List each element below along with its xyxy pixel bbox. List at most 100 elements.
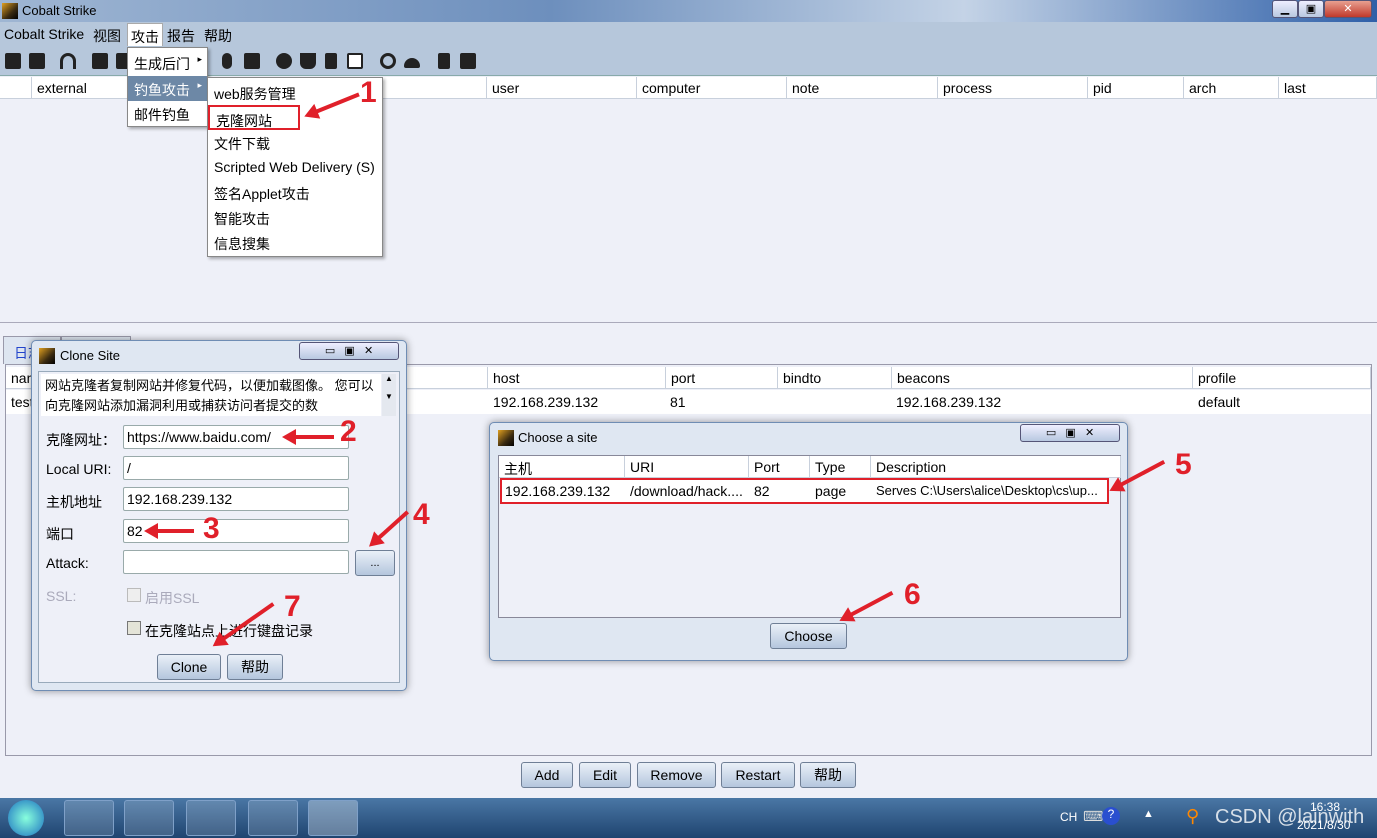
add-button[interactable]: Add <box>521 762 573 788</box>
window-title: Cobalt Strike <box>22 3 97 18</box>
dialog-window-controls[interactable]: ▭ ▣ ✕ <box>299 342 399 360</box>
menu-cobalt-strike[interactable]: Cobalt Strike <box>4 26 84 42</box>
plus-icon[interactable] <box>5 53 21 69</box>
start-button[interactable] <box>8 800 44 836</box>
cloud-icon[interactable] <box>404 58 420 68</box>
menu-item-generate-backdoor[interactable]: 生成后门 ▸ <box>128 50 207 75</box>
key-icon[interactable] <box>222 53 232 69</box>
close-button[interactable]: ✕ <box>1324 0 1372 18</box>
menu-report[interactable]: 报告 <box>167 26 195 46</box>
annotation-arrow-icon <box>282 429 334 445</box>
restart-button[interactable]: Restart <box>721 762 795 788</box>
sites-list: 主机 URI Port Type Description 192.168.239… <box>498 455 1121 618</box>
label-local-uri: Local URI: <box>46 461 112 477</box>
menu-item-file-download[interactable]: 文件下载 <box>208 130 382 155</box>
column-header-pid[interactable]: pid <box>1088 77 1184 99</box>
menu-item-scripted-web-delivery[interactable]: Scripted Web Delivery (S) <box>208 155 382 180</box>
column-header-host[interactable]: 主机 <box>499 456 625 478</box>
language-indicator[interactable]: CH <box>1060 810 1077 824</box>
headphones-icon[interactable] <box>60 53 76 69</box>
label-attack: Attack: <box>46 555 89 571</box>
dialog-title: Clone Site <box>60 348 120 363</box>
attack-input[interactable] <box>123 550 349 574</box>
document-icon[interactable] <box>325 53 337 69</box>
menu-item-email-phishing[interactable]: 邮件钓鱼 <box>128 101 207 126</box>
app-logo-icon <box>39 348 55 364</box>
show-hidden-icons[interactable]: ▲ <box>1143 808 1154 820</box>
book-icon[interactable] <box>438 53 450 69</box>
minimize-button[interactable]: ▁ <box>1272 0 1298 18</box>
column-header-host[interactable]: host <box>488 367 666 389</box>
dialog-window-controls[interactable]: ▭ ▣ ✕ <box>1020 424 1120 442</box>
cube-icon[interactable] <box>460 53 476 69</box>
column-header-bindto[interactable]: bindto <box>778 367 892 389</box>
label-port: 端口 <box>46 526 74 542</box>
column-header-arch[interactable]: arch <box>1184 77 1279 99</box>
host-input[interactable]: 192.168.239.132 <box>123 487 349 511</box>
help-button[interactable]: 帮助 <box>227 654 283 680</box>
media-player-icon[interactable] <box>124 800 174 836</box>
link-icon[interactable] <box>380 53 396 69</box>
cell-description: Serves C:\Users\alice\Desktop\cs\up... <box>876 483 1098 498</box>
ssl-checkbox[interactable] <box>127 588 141 602</box>
annotation-number: 3 <box>203 512 220 545</box>
help-button[interactable]: 帮助 <box>800 762 856 788</box>
menu-item-smart-attack[interactable]: 智能攻击 <box>208 205 382 230</box>
column-header-port[interactable]: port <box>666 367 778 389</box>
edit-button[interactable]: Edit <box>579 762 631 788</box>
minus-icon[interactable] <box>29 53 45 69</box>
browse-attack-button[interactable]: ... <box>355 550 395 576</box>
cell-type: page <box>815 483 847 499</box>
terminal-icon[interactable] <box>347 53 363 69</box>
menu-view[interactable]: 视图 <box>93 26 121 46</box>
column-header-note[interactable]: note <box>787 77 938 99</box>
clock-date[interactable]: 2021/8/30 <box>1297 818 1350 832</box>
column-header-user[interactable]: user <box>487 77 637 99</box>
search-icon[interactable]: ⚲ <box>1186 806 1199 827</box>
table-row[interactable]: 192.168.239.132 /download/hack.... 82 pa… <box>500 478 1109 504</box>
choose-button[interactable]: Choose <box>770 623 847 649</box>
scrollbar[interactable]: ▲ ▼ <box>382 374 396 416</box>
dialog-title: Choose a site <box>518 430 598 445</box>
column-header-type[interactable]: Type <box>810 456 871 478</box>
annotation-number: 5 <box>1175 448 1192 481</box>
local-uri-input[interactable]: / <box>123 456 349 480</box>
menu-item-info-gathering[interactable]: 信息搜集 <box>208 230 382 255</box>
cell-host: 192.168.239.132 <box>505 483 611 499</box>
remove-button[interactable]: Remove <box>637 762 716 788</box>
column-header-port[interactable]: Port <box>749 456 810 478</box>
menu-help[interactable]: 帮助 <box>204 26 232 46</box>
cmd-icon[interactable] <box>248 800 298 836</box>
app-logo-icon <box>2 3 18 19</box>
column-header-last[interactable]: last <box>1279 77 1377 99</box>
column-header-beacons[interactable]: beacons <box>892 367 1193 389</box>
column-header-uri[interactable]: URI <box>625 456 749 478</box>
menu-item-clone-site[interactable]: 克隆网站 <box>208 105 300 130</box>
maximize-button[interactable]: ▣ <box>1298 0 1324 18</box>
column-header-description[interactable]: Description <box>871 456 1121 478</box>
label-clone-url: 克隆网址： <box>46 432 116 448</box>
menu-item-signed-applet[interactable]: 签名Applet攻击 <box>208 180 382 205</box>
image-icon[interactable] <box>244 53 260 69</box>
cobalt-strike-taskbar-icon[interactable] <box>308 800 358 836</box>
explorer-icon[interactable] <box>64 800 114 836</box>
graph-icon[interactable] <box>92 53 108 69</box>
menu-item-label: 生成后门 <box>134 56 190 72</box>
clone-button[interactable]: Clone <box>157 654 221 680</box>
help-icon[interactable]: ? <box>1102 807 1120 825</box>
column-header-profile[interactable]: profile <box>1193 367 1371 389</box>
clock-time[interactable]: 16:38 <box>1310 800 1340 814</box>
submenu-arrow-icon: ▸ <box>197 54 202 64</box>
gear-icon[interactable] <box>276 53 292 69</box>
firefox-icon[interactable] <box>186 800 236 836</box>
taskbar: CH ⌨ ? ▲ ⚲ CSDN @lainwith 16:38 2021/8/3… <box>0 798 1377 838</box>
menu-item-phishing[interactable]: 钓鱼攻击 ▸ <box>128 76 207 101</box>
column-header-process[interactable]: process <box>938 77 1088 99</box>
column-header-computer[interactable]: computer <box>637 77 787 99</box>
annotation-arrow-icon <box>144 523 194 539</box>
keylog-checkbox[interactable] <box>127 621 141 635</box>
keyboard-icon[interactable]: ⌨ <box>1083 808 1103 825</box>
cell-uri: /download/hack.... <box>630 483 743 499</box>
coffee-icon[interactable] <box>300 53 316 69</box>
column-header[interactable] <box>0 77 32 99</box>
